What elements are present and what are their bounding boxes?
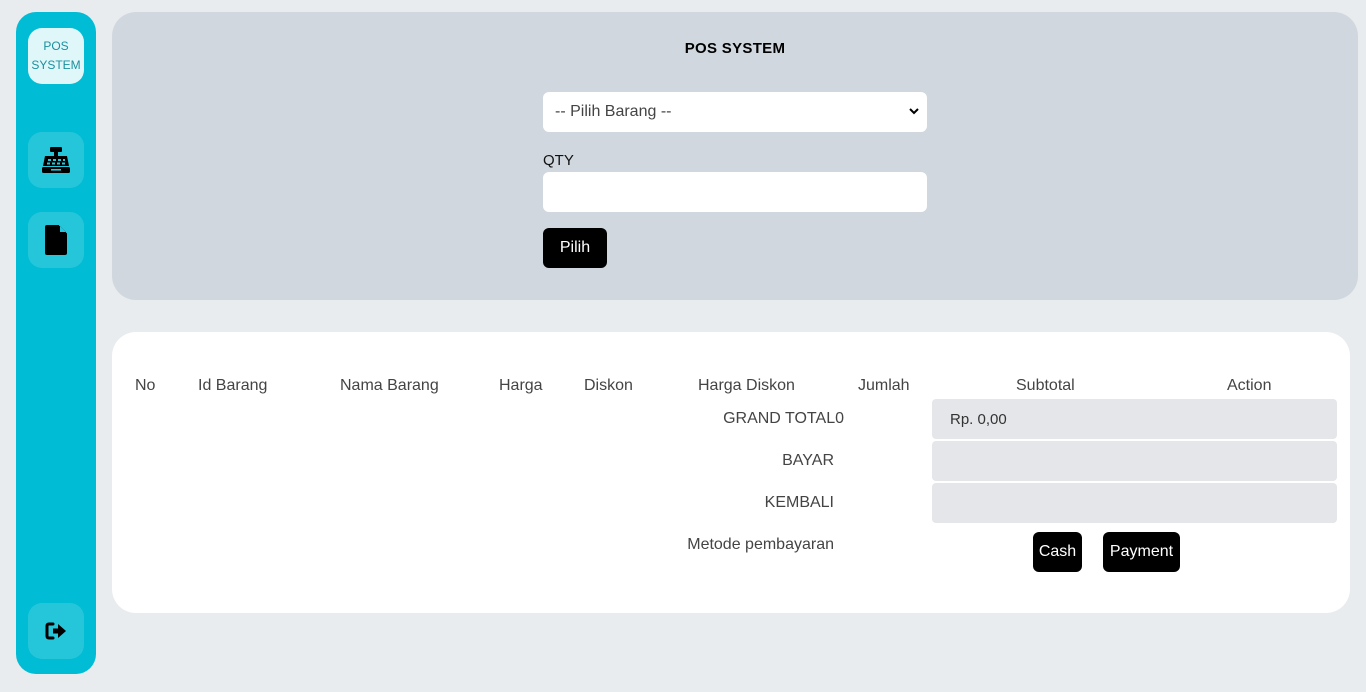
item-select[interactable]: -- Pilih Barang -- (543, 92, 927, 132)
sidebar: POS SYSTEM (16, 12, 96, 674)
sidebar-item-cashier[interactable] (28, 132, 84, 188)
file-icon (45, 225, 67, 255)
payment-method-label: Metode pembayaran (687, 536, 834, 553)
item-selection-panel: POS SYSTEM -- Pilih Barang -- QTY Pilih (112, 12, 1358, 300)
column-header: Diskon (584, 377, 633, 394)
kembali-field (932, 483, 1337, 523)
item-select-value: -- Pilih Barang -- (555, 103, 672, 120)
logout-button[interactable] (28, 603, 84, 659)
column-header: Jumlah (858, 377, 910, 394)
column-header: Nama Barang (340, 377, 439, 394)
cash-button[interactable]: Cash (1033, 532, 1082, 572)
column-header: Id Barang (198, 377, 268, 394)
page-title: POS SYSTEM (684, 40, 786, 57)
cart-table-panel: No Id Barang Nama Barang Harga Diskon Ha… (112, 332, 1350, 613)
pilih-button[interactable]: Pilih (543, 228, 607, 268)
bayar-label: BAYAR (782, 452, 834, 469)
qty-input[interactable] (543, 172, 927, 212)
kembali-label: KEMBALI (764, 494, 834, 511)
bayar-field[interactable] (932, 441, 1337, 481)
column-header: No (135, 377, 156, 394)
sign-out-icon (45, 622, 66, 640)
column-header: Action (1227, 377, 1272, 394)
brand-line-2: SYSTEM (31, 58, 81, 72)
brand-logo[interactable]: POS SYSTEM (28, 28, 84, 84)
cash-register-icon (42, 147, 70, 173)
brand-line-1: POS (43, 39, 69, 53)
grand-total-count: 0 (835, 410, 844, 427)
payment-button[interactable]: Payment (1103, 532, 1180, 572)
sidebar-item-report[interactable] (28, 212, 84, 268)
column-header: Harga Diskon (698, 377, 795, 394)
column-header: Subtotal (1016, 377, 1075, 394)
grand-total-label: GRAND TOTAL0 (723, 410, 844, 428)
grand-total-text: GRAND TOTAL (723, 410, 836, 427)
column-header: Harga (499, 377, 543, 394)
qty-label: QTY (543, 152, 574, 169)
grand-total-value: Rp. 0,00 (932, 399, 1337, 439)
chevron-down-icon (909, 108, 919, 115)
